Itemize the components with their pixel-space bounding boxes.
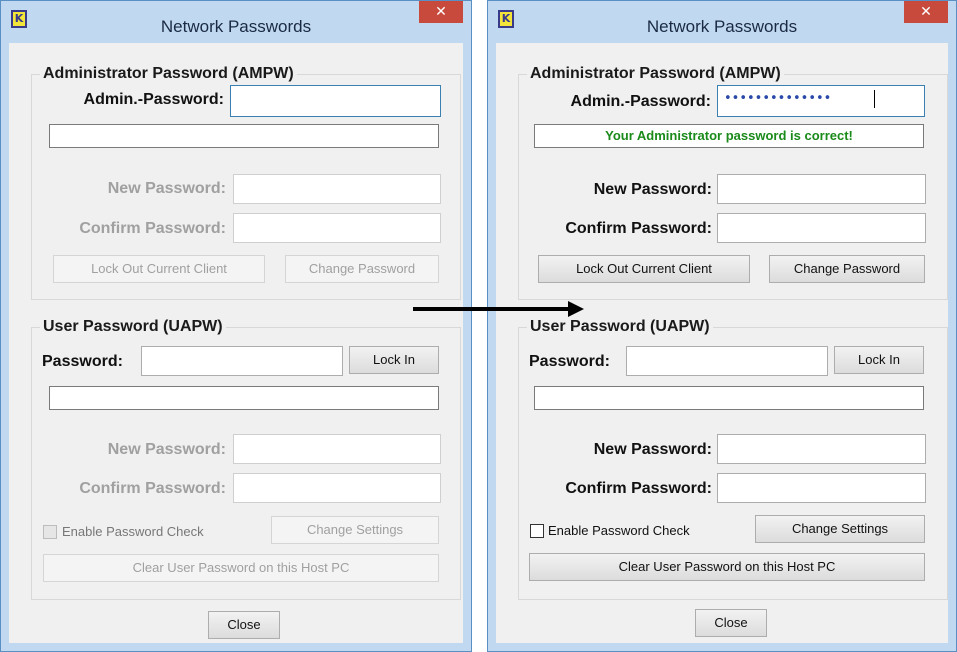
close-button[interactable]: Close <box>208 611 280 639</box>
admin-group-legend: Administrator Password (AMPW) <box>527 65 784 83</box>
admin-confirm-password-input <box>233 213 441 243</box>
admin-password-label: Admin.-Password: <box>83 91 224 108</box>
window-title: Network Passwords <box>646 17 798 36</box>
change-settings-button[interactable]: Change Settings <box>755 515 925 543</box>
admin-new-password-input[interactable] <box>717 174 926 204</box>
admin-confirm-password-label: Confirm Password: <box>79 220 226 237</box>
dialog-client: Administrator Password (AMPW) Admin.-Pas… <box>496 43 948 643</box>
user-confirm-password-label: Confirm Password: <box>565 480 712 497</box>
admin-confirm-password-label: Confirm Password: <box>565 220 712 237</box>
change-password-button: Change Password <box>285 255 439 283</box>
admin-status-field <box>49 124 439 148</box>
user-new-password-input[interactable] <box>717 434 926 464</box>
admin-password-input[interactable] <box>230 85 441 117</box>
close-window-button[interactable]: ✕ <box>904 1 948 23</box>
user-password-label: Password: <box>529 353 610 370</box>
user-new-password-input <box>233 434 441 464</box>
network-passwords-window-after: K Network Passwords ✕ Administrator Pass… <box>487 0 957 652</box>
dialog-client: Administrator Password (AMPW) Admin.-Pas… <box>9 43 463 643</box>
user-group-legend: User Password (UAPW) <box>527 318 713 336</box>
title-bar[interactable]: K Network Passwords ✕ <box>488 1 956 41</box>
admin-status-field: Your Administrator password is correct! <box>534 124 924 148</box>
user-password-input[interactable] <box>141 346 343 376</box>
change-password-button[interactable]: Change Password <box>769 255 925 283</box>
title-bar[interactable]: K Network Passwords ✕ <box>1 1 471 41</box>
lock-out-current-client-button[interactable]: Lock Out Current Client <box>538 255 750 283</box>
admin-password-masked-value: •••••••••••••• <box>724 91 832 106</box>
admin-password-label: Admin.-Password: <box>570 93 711 110</box>
admin-confirm-password-input[interactable] <box>717 213 926 243</box>
admin-password-input[interactable]: •••••••••••••• <box>717 85 925 117</box>
clear-user-password-button[interactable]: Clear User Password on this Host PC <box>529 553 925 581</box>
text-caret <box>874 90 875 108</box>
user-status-field <box>534 386 924 410</box>
admin-new-password-input <box>233 174 441 204</box>
network-passwords-window-before: K Network Passwords ✕ Administrator Pass… <box>0 0 472 652</box>
close-window-button[interactable]: ✕ <box>419 1 463 23</box>
close-button[interactable]: Close <box>695 609 767 637</box>
clear-user-password-button: Clear User Password on this Host PC <box>43 554 439 582</box>
user-new-password-label: New Password: <box>593 441 712 458</box>
admin-status-text: Your Administrator password is correct! <box>605 128 853 143</box>
enable-password-check-checkbox <box>43 525 57 539</box>
window-title: Network Passwords <box>160 17 312 36</box>
user-confirm-password-label: Confirm Password: <box>79 480 226 497</box>
admin-group-legend: Administrator Password (AMPW) <box>40 65 297 83</box>
user-password-input[interactable] <box>626 346 828 376</box>
user-group-legend: User Password (UAPW) <box>40 318 226 336</box>
enable-password-check-checkbox[interactable] <box>530 524 544 538</box>
user-new-password-label: New Password: <box>107 441 226 458</box>
lock-in-button[interactable]: Lock In <box>834 346 924 374</box>
enable-password-check-label: Enable Password Check <box>62 524 204 539</box>
change-settings-button: Change Settings <box>271 516 439 544</box>
lock-in-button[interactable]: Lock In <box>349 346 439 374</box>
admin-new-password-label: New Password: <box>593 181 712 198</box>
user-confirm-password-input[interactable] <box>717 473 926 503</box>
enable-password-check-label[interactable]: Enable Password Check <box>548 523 690 538</box>
user-confirm-password-input <box>233 473 441 503</box>
admin-new-password-label: New Password: <box>107 180 226 197</box>
user-password-label: Password: <box>42 353 123 370</box>
lock-out-current-client-button: Lock Out Current Client <box>53 255 265 283</box>
user-status-field <box>49 386 439 410</box>
